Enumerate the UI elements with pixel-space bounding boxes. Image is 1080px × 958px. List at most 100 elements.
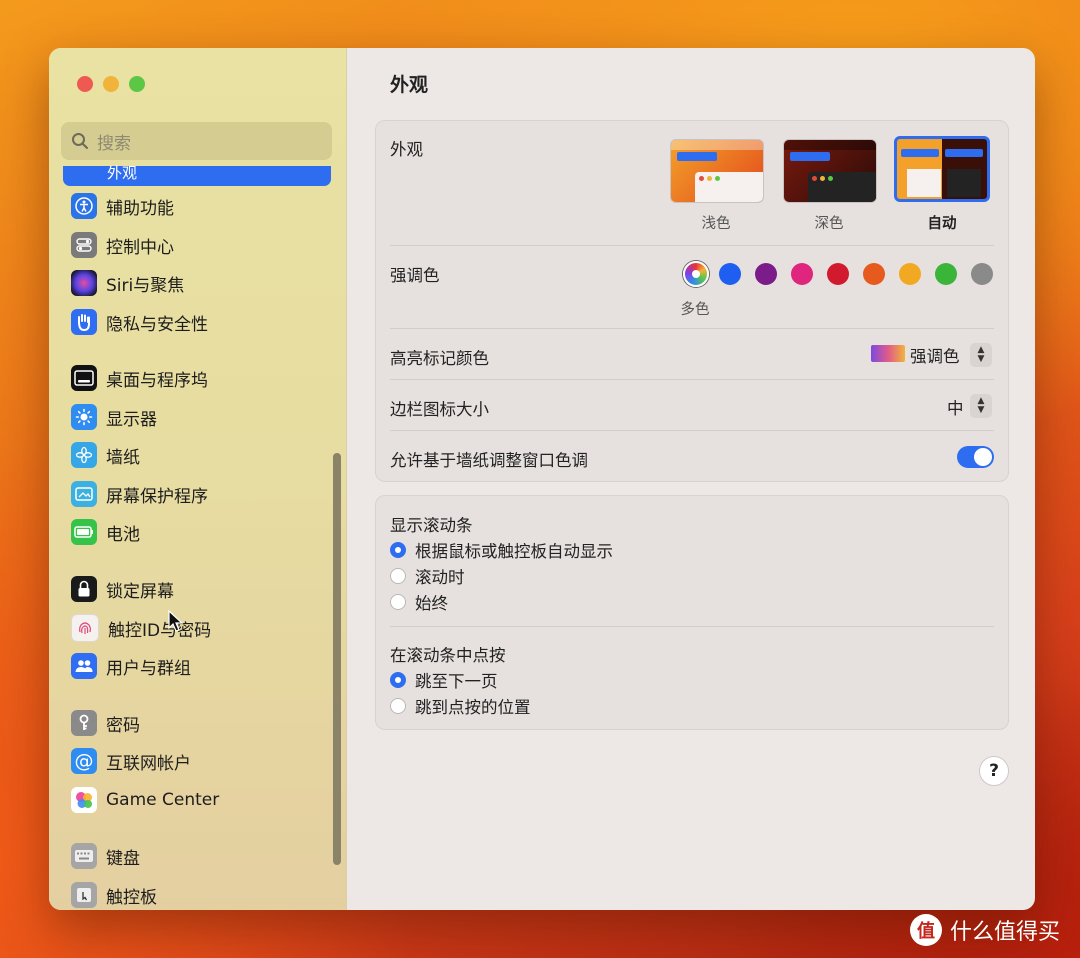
accent-red-swatch[interactable]	[827, 263, 849, 285]
theme-light-label: 浅色	[701, 216, 731, 232]
radio-label: 滚动时	[415, 568, 465, 587]
sidebar-item-lock-screen[interactable]: 锁定屏幕	[71, 574, 321, 604]
theme-auto-option[interactable]	[894, 136, 990, 202]
sidebar-item-control-center[interactable]: 控制中心	[71, 230, 321, 260]
sidebar-item-label: 显示器	[106, 409, 157, 430]
accent-yellow-swatch[interactable]	[899, 263, 921, 285]
highlight-color-value[interactable]: 强调色	[910, 343, 960, 367]
page-title: 外观	[390, 74, 429, 96]
radio-label: 跳到点按的位置	[415, 698, 531, 717]
sidebar-item-label: 辅助功能	[106, 198, 174, 219]
appearance-label: 外观	[390, 140, 423, 159]
accent-blue-swatch[interactable]	[719, 263, 741, 285]
theme-dark-option[interactable]	[783, 139, 877, 203]
sidebar-item-internet-accounts[interactable]: @ 互联网帐户	[71, 746, 321, 776]
sidebar-item-trackpad[interactable]: 触控板	[71, 880, 321, 910]
sidebar-item-siri[interactable]: Siri与聚焦	[71, 268, 321, 298]
sidebar-item-label: 墙纸	[106, 447, 140, 468]
search-placeholder: 搜索	[97, 133, 131, 154]
sidebar-item-battery[interactable]: 电池	[71, 517, 321, 547]
siri-icon	[71, 270, 97, 296]
sidebar-item-wallpaper[interactable]: 墙纸	[71, 440, 321, 470]
accent-orange-swatch[interactable]	[863, 263, 885, 285]
radio-button[interactable]	[390, 568, 406, 584]
radio-when-scrolling[interactable]: 滚动时	[390, 564, 465, 588]
highlight-color-stepper[interactable]: ▲ ▼	[970, 343, 992, 367]
radio-next-page[interactable]: 跳至下一页	[390, 668, 498, 692]
theme-light-option[interactable]	[670, 139, 764, 203]
sidebar-item-label: 电池	[106, 524, 140, 545]
accent-color-label: 强调色	[390, 266, 440, 285]
radio-label: 始终	[415, 594, 448, 613]
sidebar-item-desktop-dock[interactable]: 桌面与程序坞	[71, 363, 321, 393]
radio-clicked-spot[interactable]: 跳到点按的位置	[390, 694, 531, 718]
show-scrollbars-label: 显示滚动条	[390, 516, 473, 535]
sidebar-item-accessibility[interactable]: 辅助功能	[71, 191, 321, 221]
divider	[390, 626, 994, 627]
minimize-button[interactable]	[103, 76, 119, 92]
help-button[interactable]: ?	[979, 756, 1009, 786]
users-icon	[71, 653, 97, 679]
sidebar-icon-size-value[interactable]: 中	[947, 395, 964, 419]
sidebar-item-label: 外观	[107, 164, 138, 182]
zoom-button[interactable]	[129, 76, 145, 92]
sidebar-item-passwords[interactable]: 密码	[71, 708, 321, 738]
accent-green-swatch[interactable]	[935, 263, 957, 285]
keyboard-icon	[71, 843, 97, 869]
sidebar-item-label: 桌面与程序坞	[106, 370, 208, 391]
accent-pink-swatch[interactable]	[791, 263, 813, 285]
sidebar-item-game-center[interactable]: Game Center	[71, 785, 321, 815]
radio-button[interactable]	[390, 542, 406, 558]
sidebar-item-touch-id[interactable]: 触控ID与密码	[71, 613, 321, 643]
radio-auto-show[interactable]: 根据鼠标或触控板自动显示	[390, 538, 613, 562]
radio-button[interactable]	[390, 594, 406, 610]
hand-icon	[71, 309, 97, 335]
search-field[interactable]: 搜索	[61, 122, 332, 160]
sidebar-item-label: 屏幕保护程序	[106, 486, 208, 507]
accent-multicolor-swatch[interactable]	[683, 261, 709, 287]
sidebar-item-users-groups[interactable]: 用户与群组	[71, 651, 321, 681]
accent-graphite-swatch[interactable]	[971, 263, 993, 285]
sidebar-item-label: 触控ID与密码	[108, 620, 212, 641]
game-center-icon	[71, 787, 97, 813]
watermark-text: 什么值得买	[950, 920, 1061, 945]
key-icon	[71, 710, 97, 736]
radio-always[interactable]: 始终	[390, 590, 448, 614]
sidebar-item-label: 锁定屏幕	[106, 581, 174, 602]
divider	[390, 379, 994, 380]
watermark: 值 什么值得买	[910, 914, 1060, 946]
mouse-cursor-icon	[168, 610, 184, 632]
appearance-card: 外观 浅色 深色 自动 强调色 多色 高亮标记颜色 强调色 ▲ ▼ 边栏图标大小…	[375, 120, 1009, 482]
theme-auto-label: 自动	[927, 216, 957, 232]
wallpaper-tint-label: 允许基于墙纸调整窗口色调	[390, 451, 588, 470]
wallpaper-tint-toggle[interactable]	[957, 446, 994, 468]
click-scrollbar-label: 在滚动条中点按	[390, 646, 506, 665]
divider	[390, 245, 994, 246]
accent-purple-swatch[interactable]	[755, 263, 777, 285]
sidebar-item-keyboard[interactable]: 键盘	[71, 841, 321, 871]
sidebar-item-label: 隐私与安全性	[106, 314, 208, 335]
sidebar-item-screensaver[interactable]: 屏幕保护程序	[71, 479, 321, 509]
trackpad-icon	[71, 882, 97, 908]
wallpaper-icon	[71, 442, 97, 468]
sidebar-item-label: 键盘	[106, 848, 140, 869]
brightness-icon	[71, 404, 97, 430]
search-icon	[72, 133, 88, 149]
sidebar: 搜索 外观 辅助功能 控制中心 Siri与聚焦 隐私与安全性 桌面与程序坞 显示…	[49, 48, 347, 910]
radio-button[interactable]	[390, 672, 406, 688]
control-center-icon	[71, 232, 97, 258]
scrollbar-card: 显示滚动条 根据鼠标或触控板自动显示 滚动时 始终 在滚动条中点按 跳至下一页 …	[375, 495, 1009, 730]
sidebar-item-displays[interactable]: 显示器	[71, 402, 321, 432]
sidebar-item-label: Game Center	[106, 790, 220, 810]
radio-button[interactable]	[390, 698, 406, 714]
sidebar-icon-size-stepper[interactable]: ▲ ▼	[970, 394, 992, 418]
sidebar-item-label: Siri与聚焦	[106, 275, 185, 296]
sidebar-item-appearance-selected[interactable]: 外观	[63, 164, 331, 186]
battery-icon	[71, 519, 97, 545]
radio-label: 根据鼠标或触控板自动显示	[415, 542, 613, 561]
close-button[interactable]	[77, 76, 93, 92]
sidebar-scrollbar[interactable]	[333, 453, 341, 865]
screensaver-icon	[71, 481, 97, 507]
sidebar-icon-size-label: 边栏图标大小	[390, 400, 489, 419]
sidebar-item-privacy[interactable]: 隐私与安全性	[71, 307, 321, 337]
